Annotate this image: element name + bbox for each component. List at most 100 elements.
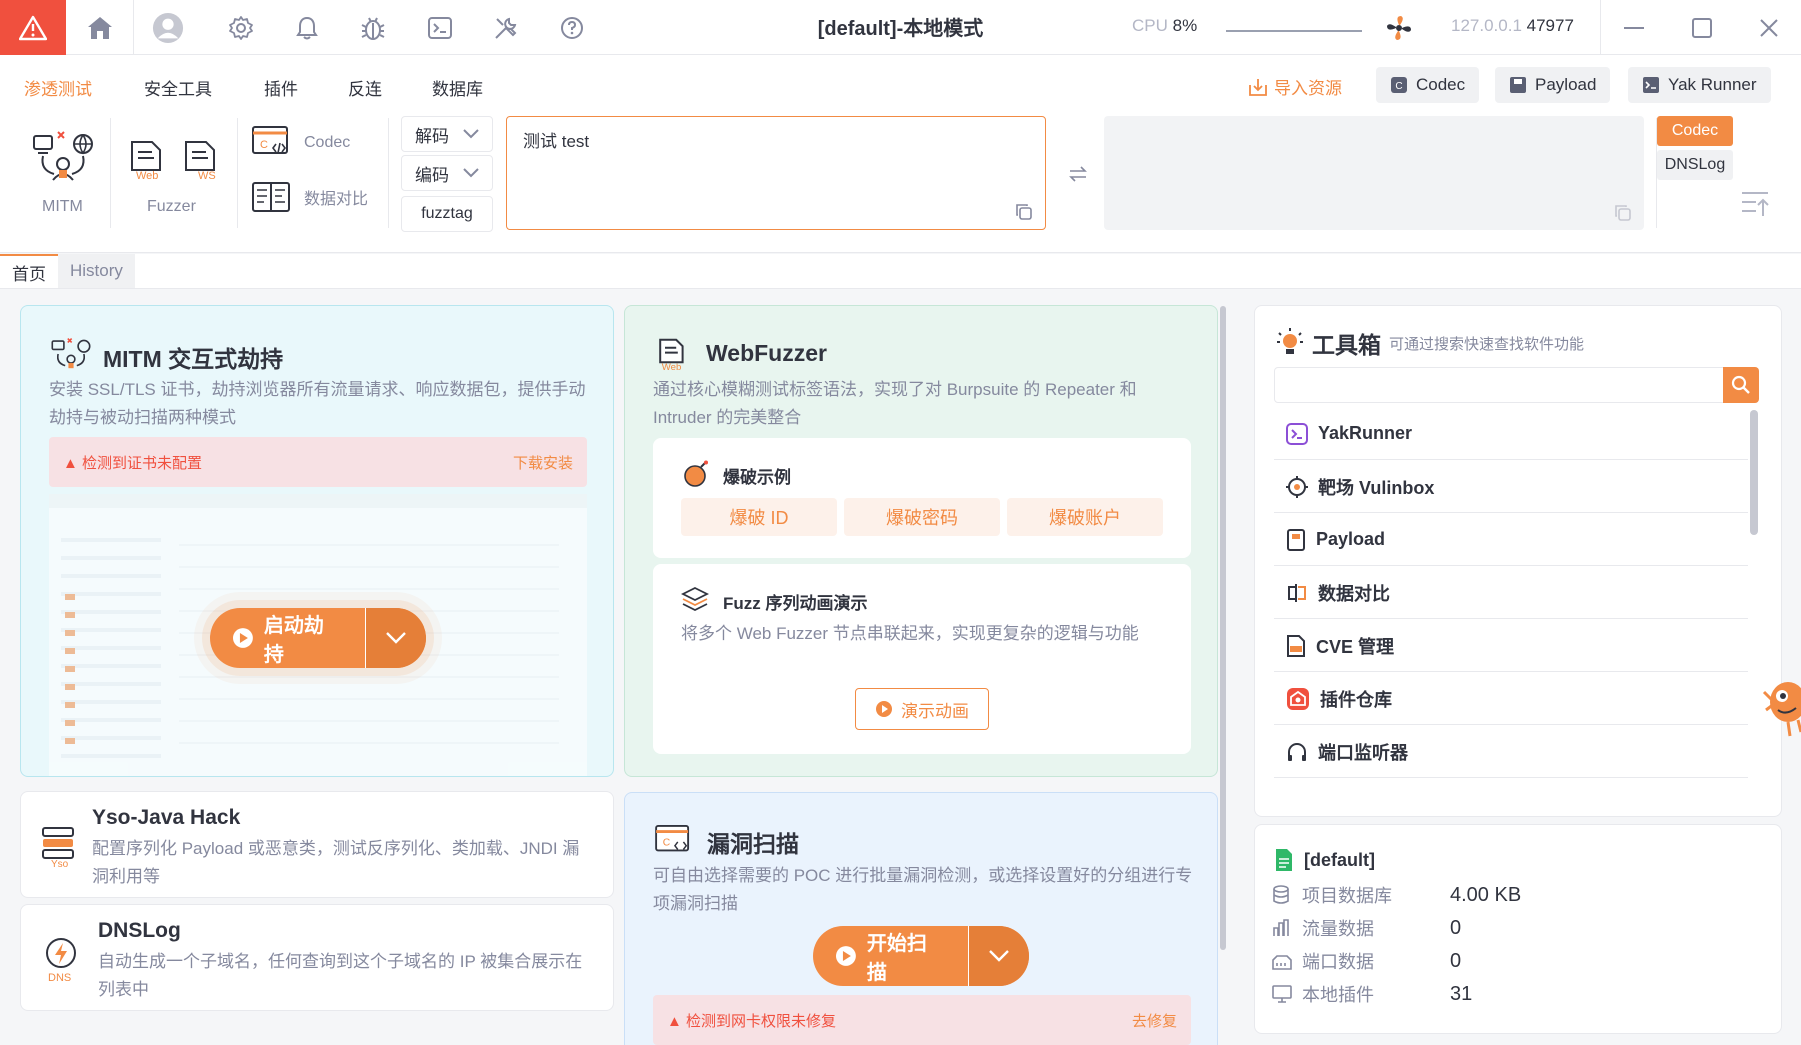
avatar[interactable] bbox=[152, 12, 184, 44]
start-mitm-main[interactable]: 启动劫持 bbox=[210, 608, 367, 668]
mascot-icon[interactable] bbox=[1758, 672, 1801, 738]
menu-reverse[interactable]: 反连 bbox=[348, 75, 382, 100]
brute-account-chip[interactable]: 爆破账户 bbox=[1007, 498, 1163, 536]
encode-label: 编码 bbox=[415, 165, 449, 185]
toolbox-item-payload[interactable]: Payload bbox=[1274, 514, 1748, 566]
demo-animation-button[interactable]: 演示动画 bbox=[855, 688, 989, 730]
import-label: 导入资源 bbox=[1274, 79, 1342, 98]
notifications-button[interactable] bbox=[291, 12, 323, 44]
settings-button[interactable] bbox=[225, 12, 257, 44]
maximize-button[interactable] bbox=[1686, 12, 1718, 44]
cpu-usage: CPU 8% bbox=[1132, 16, 1197, 36]
toolbox-scrollbar[interactable] bbox=[1750, 410, 1758, 535]
import-resource-button[interactable]: 导入资源 bbox=[1248, 74, 1342, 99]
minimize-button[interactable] bbox=[1618, 12, 1650, 44]
headphones-icon bbox=[1288, 742, 1306, 761]
start-scan-button[interactable]: 开始扫描 bbox=[813, 926, 1029, 986]
codec-output[interactable] bbox=[1104, 116, 1644, 230]
tools-button[interactable] bbox=[490, 12, 522, 44]
play-circle-icon bbox=[232, 628, 253, 648]
menu-security-tools[interactable]: 安全工具 bbox=[144, 75, 212, 100]
data-diff-tool[interactable]: 数据对比 bbox=[252, 180, 368, 214]
minimize-icon bbox=[1624, 27, 1644, 29]
engine-status[interactable] bbox=[1383, 12, 1415, 44]
data-compare-icon bbox=[252, 182, 290, 212]
encode-select[interactable]: 编码 bbox=[401, 155, 493, 191]
stat-value: 31 bbox=[1450, 982, 1473, 1005]
codec-shortcut-button[interactable]: C Codec bbox=[1376, 67, 1480, 103]
swap-icon[interactable] bbox=[1068, 164, 1088, 184]
terminal-icon bbox=[428, 17, 452, 39]
toolbox-item-port-listener[interactable]: 端口监听器 bbox=[1274, 726, 1748, 778]
toolbox-item-plugin-store[interactable]: 插件仓库 bbox=[1274, 673, 1748, 725]
nic-fix-link[interactable]: 去修复 bbox=[1132, 1010, 1177, 1031]
dnslog-card[interactable]: DNS DNSLog 自动生成一个子域名，任何查询到这个子域名的 IP 被集合展… bbox=[20, 904, 614, 1011]
yso-card-title: Yso-Java Hack bbox=[92, 806, 241, 829]
ws-fuzzer-tool[interactable]: WS bbox=[182, 140, 222, 187]
close-button[interactable] bbox=[1753, 12, 1785, 44]
plugin-store-icon bbox=[1287, 687, 1309, 710]
nic-alert-message: 检测到网卡权限未修复 bbox=[686, 1012, 837, 1030]
yso-java-card[interactable]: Yso Yso-Java Hack 配置序列化 Payload 或恶意类，测试反… bbox=[20, 791, 614, 898]
home-button[interactable] bbox=[84, 12, 116, 44]
help-icon bbox=[561, 17, 583, 39]
mitm-tool[interactable] bbox=[32, 130, 94, 187]
menu-pentest[interactable]: 渗透测试 bbox=[24, 75, 92, 100]
warning-button[interactable] bbox=[0, 0, 66, 55]
cert-alert-text: ▲ 检测到证书未配置 bbox=[63, 454, 203, 472]
vuln-scan-icon: C bbox=[655, 825, 690, 852]
toolbox-search-button[interactable] bbox=[1723, 367, 1759, 403]
import-icon bbox=[1249, 78, 1267, 96]
tools-icon bbox=[495, 17, 517, 39]
toolbox-item-yakrunner[interactable]: YakRunner bbox=[1274, 408, 1748, 460]
yso-card-desc: 配置序列化 Payload 或恶意类，测试反序列化、类加载、JNDI 漏洞利用等 bbox=[92, 839, 580, 886]
toolbox-search-input[interactable] bbox=[1274, 367, 1724, 403]
start-mitm-dropdown[interactable] bbox=[366, 608, 426, 668]
menu-plugins[interactable]: 插件 bbox=[264, 75, 298, 100]
web-fuzzer-tool[interactable]: Web bbox=[128, 140, 168, 187]
main-scrollbar[interactable] bbox=[1220, 306, 1226, 950]
start-scan-dropdown[interactable] bbox=[969, 926, 1029, 986]
toolbox-item-cve[interactable]: CVE 管理 bbox=[1274, 620, 1748, 672]
start-scan-main[interactable]: 开始扫描 bbox=[813, 926, 970, 986]
dns-tag: DNS bbox=[48, 972, 71, 983]
fuzztag-button[interactable]: fuzztag bbox=[401, 196, 493, 232]
codec-tool[interactable]: C Codec bbox=[252, 126, 350, 160]
brute-id-chip[interactable]: 爆破 ID bbox=[681, 498, 837, 536]
payload-shortcut-button[interactable]: Payload bbox=[1495, 67, 1611, 103]
copy-icon[interactable] bbox=[1015, 203, 1033, 221]
tab-home[interactable]: 首页 bbox=[0, 254, 59, 288]
divider bbox=[237, 118, 238, 228]
dnslog-card-title: DNSLog bbox=[98, 919, 181, 942]
mitm-icon bbox=[51, 337, 91, 369]
start-mitm-button[interactable]: 启动劫持 bbox=[210, 608, 426, 668]
terminal-button[interactable] bbox=[424, 12, 456, 44]
collapse-icon[interactable] bbox=[1740, 190, 1770, 218]
copy-icon[interactable] bbox=[1614, 204, 1632, 222]
svg-text:C: C bbox=[260, 139, 268, 151]
divider bbox=[133, 0, 134, 55]
web-tag: Web bbox=[662, 362, 682, 373]
brute-password-chip[interactable]: 爆破密码 bbox=[844, 498, 1000, 536]
web-fuzzer-icon: Web bbox=[131, 141, 161, 182]
cert-alert: ▲ 检测到证书未配置 下载安装 bbox=[49, 437, 587, 487]
close-icon bbox=[1760, 19, 1778, 37]
user-avatar-icon bbox=[152, 12, 184, 44]
yakrunner-shortcut-button[interactable]: Yak Runner bbox=[1628, 67, 1771, 103]
cert-download-link[interactable]: 下载安装 bbox=[513, 452, 573, 473]
help-button[interactable] bbox=[556, 12, 588, 44]
side-tab-dnslog[interactable]: DNSLog bbox=[1657, 150, 1733, 180]
codec-input[interactable]: 测试 test bbox=[506, 116, 1046, 230]
menu-database[interactable]: 数据库 bbox=[432, 75, 483, 100]
side-tab-codec[interactable]: Codec bbox=[1657, 116, 1733, 146]
debug-button[interactable] bbox=[357, 12, 389, 44]
toolbox-item-data-diff[interactable]: 数据对比 bbox=[1274, 567, 1748, 619]
toolbox-subtitle: 可通过搜索快速查找软件功能 bbox=[1389, 336, 1585, 353]
toolbox-item-vulinbox[interactable]: 靶场 Vulinbox bbox=[1274, 461, 1748, 513]
tab-history[interactable]: History bbox=[58, 254, 135, 288]
toolbox-item-label: 数据对比 bbox=[1318, 583, 1390, 604]
decode-select[interactable]: 解码 bbox=[401, 116, 493, 152]
codec-window-icon: C bbox=[252, 126, 288, 154]
payload-icon bbox=[1510, 77, 1526, 93]
home-icon bbox=[88, 17, 112, 39]
